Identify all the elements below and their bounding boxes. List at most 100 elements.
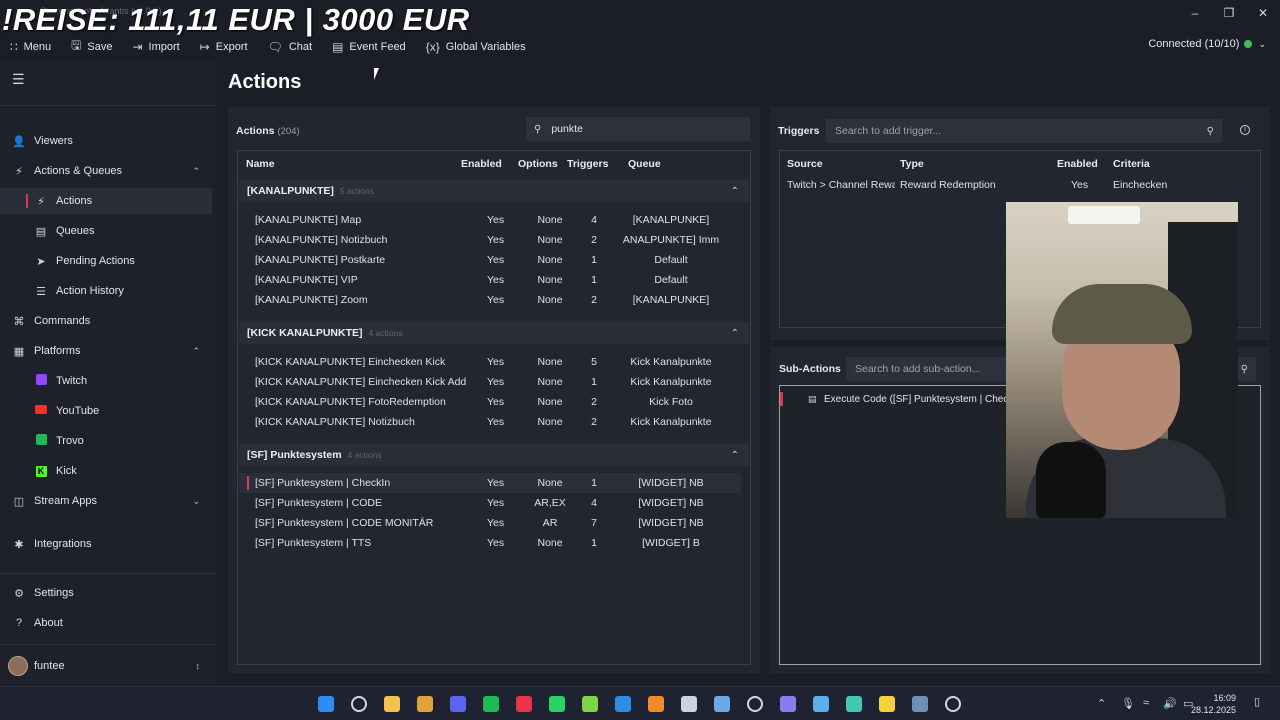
import-button[interactable]: ⇥ Import (132, 40, 179, 54)
action-enabled: Yes (487, 274, 505, 286)
sidebar-item-queues[interactable]: ▤ Queues (0, 218, 212, 244)
export-button[interactable]: ↦ Export (200, 40, 248, 54)
subaction-label: Execute Code ([SF] Punktesystem | CheckI… (824, 393, 1022, 405)
group-header[interactable]: [SF] Punktesystem 4 actions ⌃ (239, 444, 749, 466)
action-queue: Kick Kanalpunkte (630, 416, 712, 428)
action-triggers: 2 (591, 416, 597, 428)
sidebar-item-viewers[interactable]: 👤 Viewers (0, 128, 212, 154)
table-row[interactable]: [SF] Punktesystem | TTS Yes None 1 [WIDGET] … (239, 533, 741, 553)
sidebar-item-settings[interactable]: ⚙ Settings (0, 580, 212, 606)
sidebar-item-label: Queues (56, 225, 95, 237)
chevron-up-icon: ⌃ (192, 345, 200, 356)
table-row[interactable]: [KANALPUNKTE] Map Yes None 4 [KANALPUNKE] (239, 210, 741, 230)
green-app-icon[interactable] (582, 696, 598, 712)
spotify-icon[interactable] (483, 696, 499, 712)
sidebar-item-actions-queues[interactable]: ⚡ Actions & Queues ⌃ (0, 158, 212, 184)
global-variables-button[interactable]: {x} Global Variables (426, 40, 526, 54)
sidebar-item-kick[interactable]: K Kick (0, 458, 212, 484)
chevron-up-icon[interactable]: ⌃ (731, 328, 739, 339)
kick-icon: K (34, 465, 48, 477)
column-header-criteria[interactable]: Criteria (1113, 158, 1150, 170)
volume-icon[interactable]: 🔊 (1163, 697, 1177, 710)
table-row[interactable]: [KICK KANALPUNKTE] Notizbuch Yes None 2 Kick… (239, 412, 741, 432)
column-header-triggers[interactable]: Triggers (567, 158, 608, 170)
actions-search-input[interactable]: ⚲ punkte (526, 117, 750, 141)
table-row[interactable]: [SF] Punktesystem | CODE Yes AR,EX 4 [WIDGET… (239, 493, 741, 513)
info-icon[interactable]: i (1240, 125, 1250, 135)
table-row-selected[interactable]: [SF] Punktesystem | CheckIn Yes None 1 [WIDG… (239, 473, 741, 493)
menu-button[interactable]: ∷ Menu (10, 40, 51, 54)
group-header[interactable]: [KANALPUNKTE] 5 actions ⌃ (239, 180, 749, 202)
action-queue: Kick Kanalpunkte (630, 356, 712, 368)
obs-icon[interactable] (747, 696, 763, 712)
sidebar-item-integrations[interactable]: ✱ Integrations (0, 531, 212, 557)
sidebar-item-platforms[interactable]: ▦ Platforms ⌃ (0, 338, 212, 364)
table-row[interactable]: [SF] Punktesystem | CODE MONITÄR Yes AR 7 [W… (239, 513, 741, 533)
sidebar-item-commands[interactable]: ⌘ Commands (0, 308, 212, 334)
sidebar-item-pending-actions[interactable]: ➤ Pending Actions (0, 248, 212, 274)
davinci-icon[interactable] (912, 696, 928, 712)
user-profile[interactable]: funtee ↕ (0, 653, 212, 679)
sidebar-item-twitch[interactable]: Twitch (0, 368, 212, 394)
action-options: None (537, 254, 563, 266)
sticky-notes-icon[interactable] (879, 696, 895, 712)
teal-app-icon[interactable] (846, 696, 862, 712)
table-row[interactable]: [KICK KANALPUNKTE] Einchecken Kick Yes Non… (239, 352, 741, 372)
action-queue: Kick Foto (649, 396, 693, 408)
streamerbot-icon[interactable] (780, 696, 796, 712)
table-row[interactable]: [KICK KANALPUNKTE] Einchecken Kick Add Ye… (239, 372, 741, 392)
wifi-icon[interactable]: ≈ (1143, 697, 1149, 709)
discord-icon[interactable] (450, 696, 466, 712)
audio-app-icon[interactable] (813, 696, 829, 712)
microphone-icon[interactable]: 🎙 (1121, 697, 1135, 710)
group-header[interactable]: [KICK KANALPUNKTE] 4 actions ⌃ (239, 322, 749, 344)
chevron-up-icon[interactable]: ⌃ (731, 450, 739, 461)
column-header-type[interactable]: Type (900, 158, 924, 170)
table-row[interactable]: [KANALPUNKTE] Postkarte Yes None 1 Default (239, 250, 741, 270)
blue-circle-app-icon[interactable] (714, 696, 730, 712)
action-name: [SF] Punktesystem | TTS (255, 537, 372, 549)
column-header-enabled[interactable]: Enabled (461, 158, 502, 170)
chevron-up-icon[interactable]: ⌃ (731, 186, 739, 197)
orange-app-icon[interactable] (648, 696, 664, 712)
trigger-criteria: Einchecken (1113, 179, 1168, 191)
avatar (8, 656, 28, 676)
vscode-icon[interactable] (615, 696, 631, 712)
chat-button[interactable]: 🗨 Chat (268, 40, 312, 54)
notification-icon[interactable]: ▯ (1254, 695, 1260, 708)
column-header-queue[interactable]: Queue (628, 158, 661, 170)
connection-status[interactable]: Connected (10/10) ⌄ (1148, 38, 1266, 50)
steam-icon[interactable] (681, 696, 697, 712)
chevron-up-icon[interactable]: ⌃ (1097, 697, 1106, 710)
sidebar-item-stream-apps[interactable]: ◫ Stream Apps ⌄ (0, 488, 212, 514)
trigger-search-input[interactable]: Search to add trigger... ⚲ (826, 119, 1222, 143)
table-row[interactable]: [KANALPUNKTE] Notizbuch Yes None 2 ANALPUNKT… (239, 230, 741, 250)
windows-start-icon[interactable] (318, 696, 334, 712)
red-app-icon[interactable] (516, 696, 532, 712)
table-row[interactable]: [KANALPUNKTE] VIP Yes None 1 Default (239, 270, 741, 290)
close-button[interactable]: ✕ (1246, 0, 1280, 26)
column-header-source[interactable]: Source (787, 158, 823, 170)
column-header-enabled[interactable]: Enabled (1057, 158, 1098, 170)
system-clock[interactable]: 16:09 28.12.2025 (1191, 692, 1236, 716)
sidebar-item-trovo[interactable]: Trovo (0, 428, 212, 454)
sidebar-item-action-history[interactable]: ☰ Action History (0, 278, 212, 304)
column-header-options[interactable]: Options (518, 158, 558, 170)
event-feed-button[interactable]: ▤ Event Feed (332, 40, 406, 54)
minimize-button[interactable]: – (1178, 0, 1212, 26)
sidebar-item-youtube[interactable]: YouTube (0, 398, 212, 424)
hamburger-icon[interactable]: ☰ (12, 71, 25, 88)
column-header-name[interactable]: Name (246, 158, 275, 170)
save-button[interactable]: 🖫 Save (71, 36, 112, 57)
whatsapp-icon[interactable] (549, 696, 565, 712)
chrome-icon[interactable] (417, 696, 433, 712)
sidebar-item-actions[interactable]: ⚡ Actions (0, 188, 212, 214)
search-icon[interactable] (351, 696, 367, 712)
table-row[interactable]: [KANALPUNKTE] Zoom Yes None 2 [KANALPUNKE] (239, 290, 741, 310)
maximize-button[interactable]: ❐ (1212, 0, 1246, 26)
folder-icon[interactable] (384, 696, 400, 712)
subaction-search-placeholder: Search to add sub-action... (855, 363, 981, 375)
chatgpt-icon[interactable] (945, 696, 961, 712)
sidebar-item-about[interactable]: ? About (0, 610, 212, 636)
table-row[interactable]: [KICK KANALPUNKTE] FotoRedemption Yes None… (239, 392, 741, 412)
